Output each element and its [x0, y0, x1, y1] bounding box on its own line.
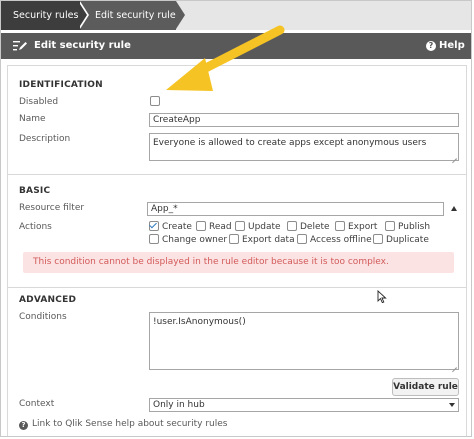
action-export-checkbox[interactable] — [335, 221, 345, 231]
section-divider — [8, 287, 466, 288]
editor-header: Edit security rule ? Help — [1, 33, 471, 59]
action-change-owner-checkbox[interactable] — [149, 234, 159, 244]
action-export-data-label: Export data — [242, 235, 295, 245]
disabled-checkbox[interactable] — [150, 96, 160, 106]
action-delete-label: Delete — [300, 222, 330, 232]
actions-label: Actions — [19, 222, 52, 232]
context-label: Context — [19, 399, 55, 409]
resize-handle-icon[interactable] — [451, 153, 457, 159]
help-link[interactable]: ? Link to Qlik Sense help about security … — [19, 419, 227, 430]
edit-list-icon — [13, 41, 27, 51]
action-change-owner-label: Change owner — [162, 235, 228, 245]
action-duplicate-label: Duplicate — [386, 235, 429, 245]
action-access-offline-checkbox[interactable] — [297, 234, 307, 244]
help-button[interactable]: Help — [439, 33, 465, 59]
breadcrumb: Security rules Edit security rule — [1, 1, 471, 30]
action-duplicate[interactable]: Duplicate — [373, 234, 429, 245]
validate-rule-button[interactable]: Validate rule — [392, 378, 459, 396]
action-create-label: Create — [162, 222, 192, 232]
breadcrumb-arrow — [78, 1, 87, 29]
action-access-offline[interactable]: Access offline — [297, 234, 372, 245]
context-selected-value: Only in hub — [153, 400, 205, 410]
action-duplicate-checkbox[interactable] — [373, 234, 383, 244]
action-read[interactable]: Read — [196, 221, 232, 232]
help-circle-icon: ? — [19, 421, 28, 430]
description-label: Description — [19, 134, 71, 144]
action-publish-checkbox[interactable] — [385, 221, 395, 231]
action-access-offline-label: Access offline — [310, 235, 372, 245]
action-publish-label: Publish — [398, 222, 431, 232]
resource-filter-input[interactable]: App_* — [147, 202, 444, 216]
action-read-checkbox[interactable] — [196, 221, 206, 231]
resize-handle-icon[interactable] — [451, 362, 457, 368]
mouse-cursor-icon — [377, 290, 387, 304]
context-select[interactable]: Only in hub — [149, 398, 459, 412]
action-create-checkbox[interactable] — [149, 221, 159, 231]
chevron-down-icon — [449, 403, 455, 407]
rule-form: IDENTIFICATION Disabled Name CreateApp D… — [7, 65, 467, 436]
collapse-arrow-icon[interactable] — [451, 206, 457, 211]
action-publish[interactable]: Publish — [385, 221, 430, 232]
breadcrumb-edit-security-rule: Edit security rule — [81, 1, 176, 30]
action-change-owner[interactable]: Change owner — [149, 234, 227, 245]
description-textarea[interactable]: Everyone is allowed to create apps excep… — [149, 133, 459, 161]
section-divider — [8, 174, 466, 175]
breadcrumb-security-rules[interactable]: Security rules — [1, 1, 87, 30]
name-input[interactable]: CreateApp — [149, 113, 459, 127]
action-update-label: Update — [248, 222, 281, 232]
action-export-data[interactable]: Export data — [229, 234, 295, 245]
action-read-label: Read — [209, 222, 232, 232]
section-title-advanced: ADVANCED — [19, 295, 77, 305]
action-update-checkbox[interactable] — [235, 221, 245, 231]
help-link-text[interactable]: Link to Qlik Sense help about security r… — [32, 419, 227, 429]
action-delete[interactable]: Delete — [287, 221, 330, 232]
security-rule-editor: Security rules Edit security rule Edit s… — [0, 0, 472, 437]
section-title-basic: BASIC — [19, 186, 51, 196]
conditions-text: !user.IsAnonymous() — [153, 317, 246, 327]
action-update[interactable]: Update — [235, 221, 281, 232]
name-label: Name — [19, 114, 46, 124]
disabled-label: Disabled — [19, 97, 59, 107]
action-delete-checkbox[interactable] — [287, 221, 297, 231]
section-title-identification: IDENTIFICATION — [19, 80, 103, 90]
breadcrumb-arrow — [176, 1, 185, 29]
conditions-label: Conditions — [19, 312, 67, 322]
resource-filter-label: Resource filter — [19, 203, 85, 213]
action-export[interactable]: Export — [335, 221, 377, 232]
action-export-label: Export — [348, 222, 378, 232]
conditions-textarea[interactable]: !user.IsAnonymous() — [149, 312, 459, 370]
action-create[interactable]: Create — [149, 221, 192, 232]
page-title: Edit security rule — [34, 40, 131, 51]
action-export-data-checkbox[interactable] — [229, 234, 239, 244]
complex-condition-warning: This condition cannot be displayed in th… — [23, 252, 454, 273]
help-icon[interactable]: ? — [426, 41, 436, 51]
description-text: Everyone is allowed to create apps excep… — [153, 138, 427, 148]
